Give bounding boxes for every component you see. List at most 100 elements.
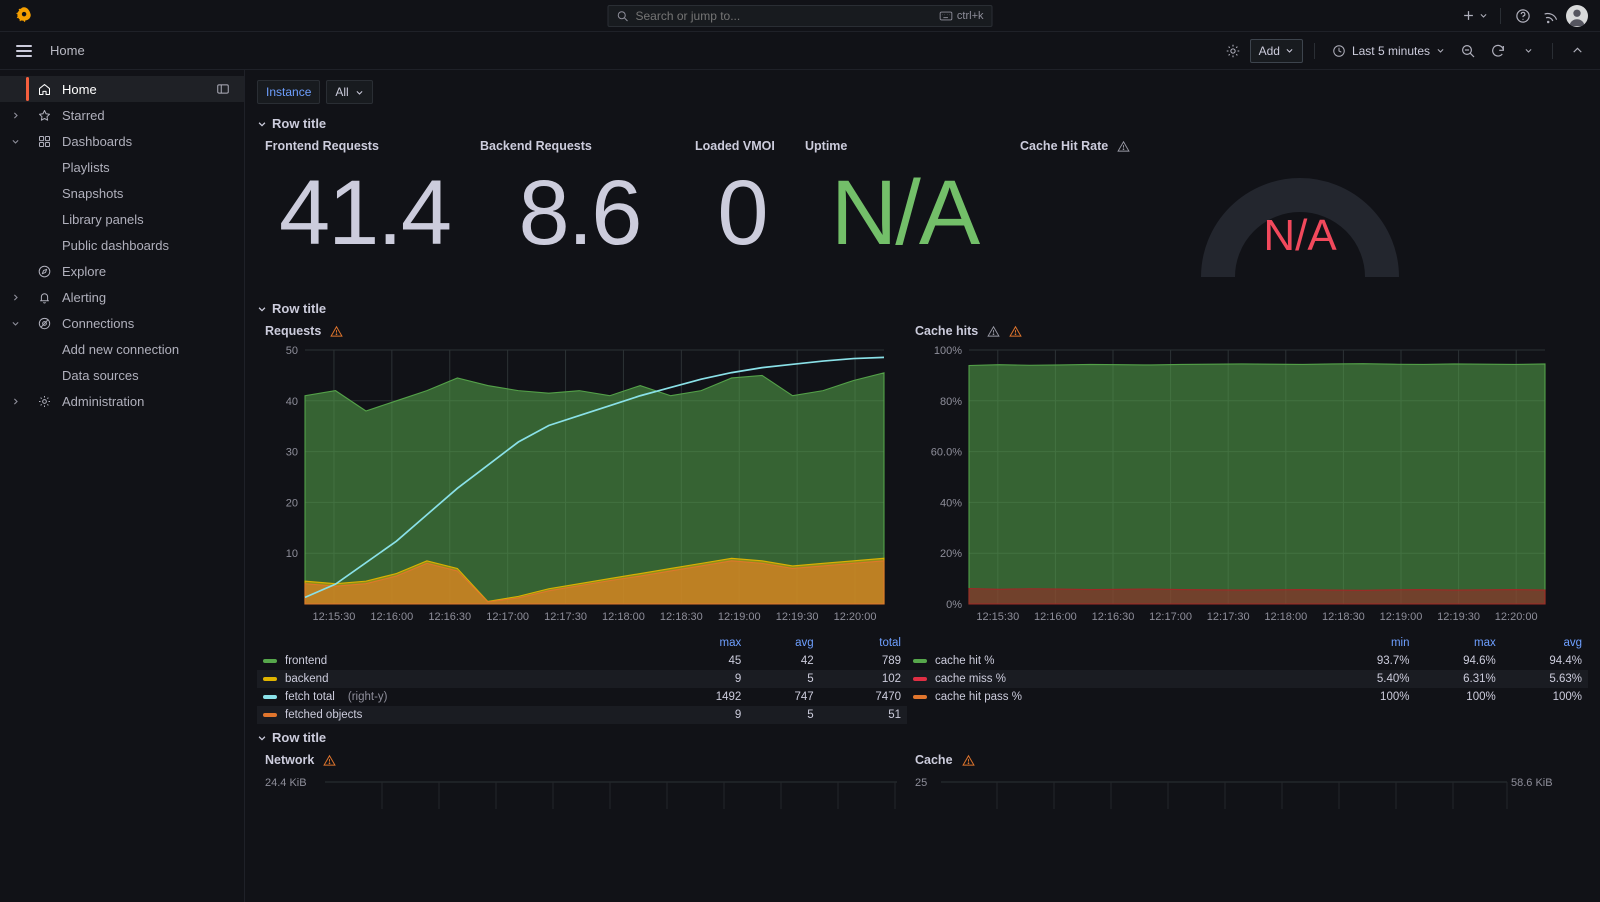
panel-cache[interactable]: Cache 25 58.6 KiB — [907, 749, 1588, 814]
row-header-2[interactable]: Row title — [257, 301, 1588, 316]
sidebar-item-label: Playlists — [62, 160, 110, 175]
y-axis-tick: 20% — [940, 548, 962, 560]
legend-row[interactable]: cache hit pass %100%100%100% — [907, 688, 1588, 706]
panel-requests[interactable]: Requests 102030405012:15:3012:16:0012:16… — [257, 320, 907, 724]
sidebar-item-data-sources[interactable]: Data sources — [0, 362, 244, 388]
nav-row: Home Add Last 5 minutes — [0, 32, 1600, 70]
legend-color-swatch — [913, 677, 927, 681]
legend-value-total: 7470 — [820, 688, 907, 706]
x-axis-tick: 12:20:00 — [1495, 611, 1538, 623]
hamburger-menu-icon[interactable] — [10, 37, 38, 65]
help-circle-icon[interactable] — [1510, 3, 1536, 29]
sidebar-item-public-dashboards[interactable]: Public dashboards — [0, 232, 244, 258]
search-shortcut-hint: ctrl+k — [940, 10, 984, 22]
user-avatar-icon[interactable] — [1566, 5, 1588, 27]
legend-column-min[interactable]: min — [1329, 635, 1415, 652]
dock-menu-icon[interactable] — [216, 82, 230, 96]
legend-value-max: 45 — [660, 652, 747, 670]
rss-icon[interactable] — [1538, 3, 1564, 29]
y-axis-tick: 20 — [286, 497, 298, 509]
y-axis-tick: 80% — [940, 396, 962, 408]
legend-column-max[interactable]: max — [1415, 635, 1501, 652]
panel-warning-icon[interactable] — [1009, 325, 1022, 338]
legend-value-max: 9 — [660, 706, 747, 724]
y-axis-tick: 60.0% — [931, 447, 962, 459]
legend-series-name: fetch total — [285, 691, 335, 703]
chevron-down-icon[interactable] — [0, 137, 30, 146]
chevron-down-icon — [1436, 46, 1445, 55]
panel-warning-icon[interactable] — [323, 754, 336, 767]
row-title: Row title — [272, 730, 326, 745]
breadcrumb[interactable]: Home — [50, 43, 85, 58]
stat-panel-frontend-requests[interactable]: Frontend Requests 41.4 — [257, 135, 472, 270]
y-axis-tick: 0% — [946, 599, 962, 611]
legend-column-avg[interactable]: avg — [747, 635, 819, 652]
sidebar-item-library-panels[interactable]: Library panels — [0, 206, 244, 232]
legend-row[interactable]: cache miss %5.40%6.31%5.63% — [907, 670, 1588, 688]
sidebar-item-administration[interactable]: Administration — [0, 388, 244, 414]
grafana-logo-icon[interactable] — [0, 6, 48, 26]
stat-value: 0 — [687, 155, 797, 270]
sidebar-item-alerting[interactable]: Alerting — [0, 284, 244, 310]
panel-info-icon[interactable] — [987, 325, 1000, 338]
row-title: Row title — [272, 116, 326, 131]
panel-network[interactable]: Network 24.4 KiB — [257, 749, 907, 814]
legend-row[interactable]: fetch total(right-y)14927477470 — [257, 688, 907, 706]
sidebar-item-explore[interactable]: Explore — [0, 258, 244, 284]
search-input[interactable] — [636, 9, 940, 23]
stat-panel-backend-requests[interactable]: Backend Requests 8.6 — [472, 135, 687, 270]
chevron-down-icon — [257, 733, 267, 743]
chevron-right-icon[interactable] — [0, 293, 30, 302]
zoom-out-icon[interactable] — [1455, 38, 1481, 64]
gauge-panel-cache-hit-rate[interactable]: Cache Hit Rate N/A — [1012, 135, 1588, 285]
chevron-right-icon[interactable] — [0, 111, 30, 120]
sidebar-item-label: Library panels — [62, 212, 144, 227]
add-panel-label: Add — [1259, 44, 1280, 58]
panel-warning-icon[interactable] — [1117, 140, 1130, 153]
sidebar-item-add-new-connection[interactable]: Add new connection — [0, 336, 244, 362]
legend-axis-note: (right-y) — [348, 691, 388, 703]
row-header-1[interactable]: Row title — [257, 116, 1588, 131]
legend-value-avg: 94.4% — [1502, 652, 1588, 670]
sidebar-item-starred[interactable]: Starred — [0, 102, 244, 128]
panel-warning-icon[interactable] — [330, 325, 343, 338]
row-header-3[interactable]: Row title — [257, 730, 1588, 745]
panel-title-text: Network — [265, 753, 314, 767]
panel-cache-hits[interactable]: Cache hits 0%20%40%60.0%80%100%12:15:301… — [907, 320, 1588, 724]
legend-column-total[interactable]: total — [820, 635, 907, 652]
legend-column-max[interactable]: max — [660, 635, 747, 652]
cache-chart: 25 58.6 KiB — [907, 769, 1557, 809]
stat-panel-uptime[interactable]: Uptime N/A — [797, 135, 1012, 270]
sidebar-item-playlists[interactable]: Playlists — [0, 154, 244, 180]
legend-color-swatch — [913, 659, 927, 663]
panel-warning-icon[interactable] — [962, 754, 975, 767]
time-range-picker[interactable]: Last 5 minutes — [1326, 39, 1451, 63]
x-axis-tick: 12:18:30 — [660, 611, 703, 623]
refresh-interval-dropdown[interactable] — [1515, 38, 1541, 64]
chevron-right-icon[interactable] — [0, 397, 30, 406]
refresh-icon[interactable] — [1485, 38, 1511, 64]
create-new-button[interactable] — [1458, 3, 1491, 29]
sidebar-item-label: Explore — [62, 264, 106, 279]
legend-row[interactable]: fetched objects9551 — [257, 706, 907, 724]
sidebar-item-dashboards[interactable]: Dashboards — [0, 128, 244, 154]
legend-row[interactable]: frontend4542789 — [257, 652, 907, 670]
chevron-down-icon — [257, 304, 267, 314]
add-panel-button[interactable]: Add — [1250, 39, 1303, 63]
sidebar-item-snapshots[interactable]: Snapshots — [0, 180, 244, 206]
collapse-toolbar-button[interactable] — [1564, 38, 1590, 64]
legend-row[interactable]: cache hit %93.7%94.6%94.4% — [907, 652, 1588, 670]
legend-column-avg[interactable]: avg — [1502, 635, 1588, 652]
dashboard-settings-gear-icon[interactable] — [1220, 38, 1246, 64]
sidebar-item-home[interactable]: Home — [0, 76, 244, 102]
chevron-down-icon[interactable] — [0, 319, 30, 328]
panel-title: Network — [257, 749, 907, 769]
variable-picker-instance[interactable]: All — [326, 80, 372, 104]
stat-panel-loaded-vmoi[interactable]: Loaded VMOI 0 — [687, 135, 797, 270]
gear-icon — [30, 394, 58, 409]
x-axis-tick: 12:16:30 — [1092, 611, 1135, 623]
sidebar-item-connections[interactable]: Connections — [0, 310, 244, 336]
legend-row[interactable]: backend95102 — [257, 670, 907, 688]
legend-header-row: maxavgtotal — [257, 635, 907, 652]
global-search[interactable]: ctrl+k — [608, 5, 993, 27]
